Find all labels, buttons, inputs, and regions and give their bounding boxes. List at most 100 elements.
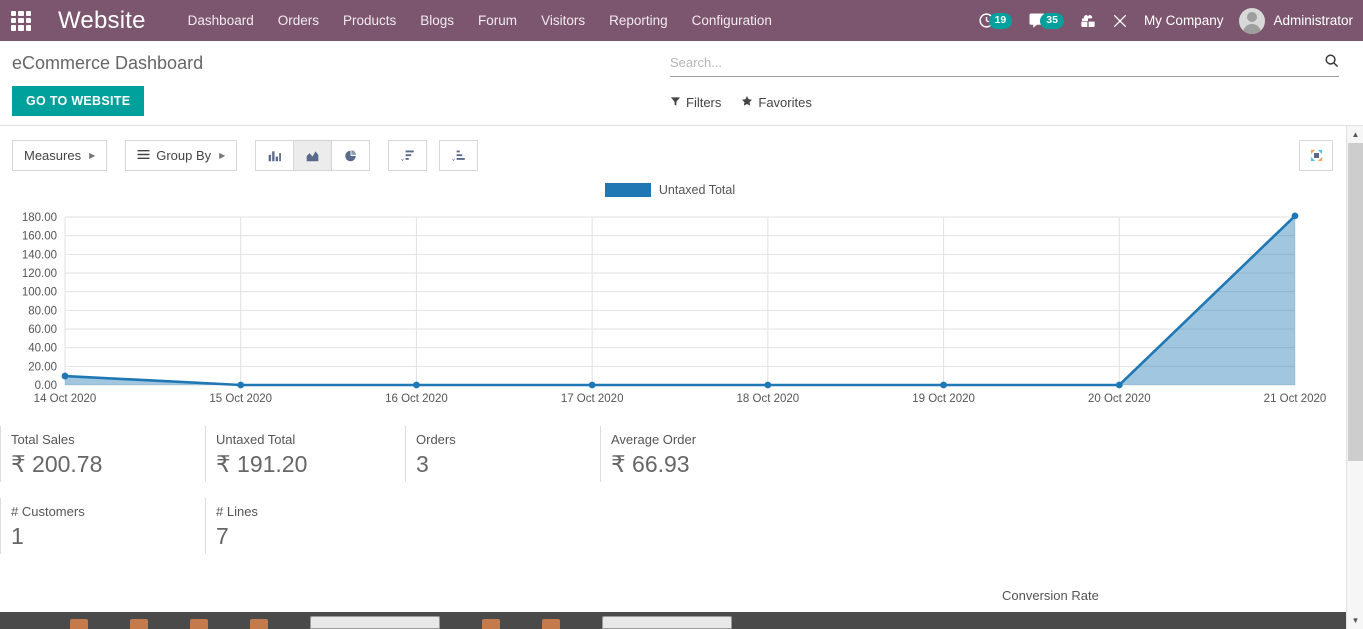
kpi-total-sales: Total Sales ₹ 200.78 xyxy=(0,426,205,482)
kpi-label: Untaxed Total xyxy=(216,432,296,447)
sort-descending-icon[interactable] xyxy=(388,140,428,171)
legend-label-untaxed-total: Untaxed Total xyxy=(658,183,736,197)
messages-count-badge: 35 xyxy=(1040,12,1064,29)
filters-label: Filters xyxy=(686,95,722,110)
kpi-row-1: Total Sales ₹ 200.78 Untaxed Total ₹ 191… xyxy=(0,426,1363,482)
vertical-scrollbar[interactable]: ▲ ▼ xyxy=(1346,126,1363,629)
main-menu: Dashboard Orders Products Blogs Forum Vi… xyxy=(188,13,772,28)
menu-item-products[interactable]: Products xyxy=(343,13,396,28)
svg-text:18 Oct 2020: 18 Oct 2020 xyxy=(737,393,800,405)
bar-chart-icon[interactable] xyxy=(255,140,295,171)
funnel-icon xyxy=(670,95,681,110)
developer-wrench-icon[interactable] xyxy=(1112,13,1128,29)
kpi-area: Total Sales ₹ 200.78 Untaxed Total ₹ 191… xyxy=(0,426,1363,554)
sales-area-chart: Untaxed Total 0.00 20.00 40.00 60.00 80.00 10… xyxy=(0,179,1340,414)
kpi-label: Orders xyxy=(416,432,456,447)
hamburger-icon xyxy=(137,148,150,163)
taskbar-item[interactable] xyxy=(250,619,268,629)
kpi-value: 7 xyxy=(216,523,229,549)
chart-type-group xyxy=(255,140,371,171)
taskbar-item[interactable] xyxy=(542,619,560,629)
kpi-customers: # Customers 1 xyxy=(0,498,205,554)
scroll-down-arrow-icon[interactable]: ▼ xyxy=(1347,612,1363,629)
apps-grid-icon[interactable] xyxy=(8,8,34,34)
svg-text:16 Oct 2020: 16 Oct 2020 xyxy=(385,393,448,405)
svg-text:19 Oct 2020: 19 Oct 2020 xyxy=(912,393,975,405)
svg-text:40.00: 40.00 xyxy=(28,343,57,355)
top-navbar: Website Dashboard Orders Products Blogs … xyxy=(0,0,1363,41)
page-title: eCommerce Dashboard xyxy=(12,53,204,73)
legend-swatch-untaxed-total[interactable] xyxy=(604,183,651,197)
sort-ascending-icon[interactable] xyxy=(439,140,479,171)
control-panel-right: Filters Favorites xyxy=(670,41,1363,125)
measures-dropdown[interactable]: Measures ▶ xyxy=(12,140,108,171)
chevron-right-icon: ▶ xyxy=(219,151,226,160)
user-menu[interactable]: Administrator xyxy=(1239,7,1353,34)
go-to-website-button[interactable]: GO TO WEBSITE xyxy=(12,86,145,116)
scroll-up-arrow-icon[interactable]: ▲ xyxy=(1347,126,1363,143)
conversion-rate-title: Conversion Rate xyxy=(1002,588,1099,603)
control-panel-left: eCommerce Dashboard GO TO WEBSITE xyxy=(0,41,670,125)
svg-text:21 Oct 2020: 21 Oct 2020 xyxy=(1264,393,1327,405)
chart-svg[interactable]: 0.00 20.00 40.00 60.00 80.00 100.00 120.00 140.… xyxy=(0,203,1340,411)
svg-text:160.00: 160.00 xyxy=(22,231,57,243)
avatar xyxy=(1239,7,1266,34)
chat-bubble-icon[interactable]: 35 xyxy=(1028,12,1064,30)
measures-label: Measures xyxy=(24,148,82,163)
os-taskbar xyxy=(0,612,1363,629)
expand-arrows-icon[interactable] xyxy=(1299,140,1333,171)
menu-item-blogs[interactable]: Blogs xyxy=(420,13,454,28)
company-selector[interactable]: My Company xyxy=(1144,13,1224,28)
svg-text:0.00: 0.00 xyxy=(35,380,57,392)
activity-clock-icon[interactable]: 19 xyxy=(978,12,1013,29)
menu-item-reporting[interactable]: Reporting xyxy=(609,13,668,28)
search-input[interactable] xyxy=(670,55,1324,70)
filters-button[interactable]: Filters xyxy=(670,95,721,110)
scrollbar-thumb[interactable] xyxy=(1348,143,1363,461)
line-area-chart-icon[interactable] xyxy=(294,140,333,171)
group-by-dropdown[interactable]: Group By ▶ xyxy=(125,140,238,171)
group-by-label: Group By xyxy=(156,148,212,163)
star-icon xyxy=(741,95,753,110)
graph-toolbar: Measures ▶ Group By ▶ xyxy=(0,126,1363,171)
kpi-row-2: # Customers 1 # Lines 7 xyxy=(0,498,1363,554)
taskbar-item[interactable] xyxy=(130,619,148,629)
kpi-untaxed-total: Untaxed Total ₹ 191.20 xyxy=(205,426,405,482)
taskbar-item[interactable] xyxy=(190,619,208,629)
chart-legend: Untaxed Total xyxy=(0,179,1340,201)
taskbar-window[interactable] xyxy=(310,616,440,629)
kpi-label: # Customers xyxy=(11,504,85,519)
kpi-label: Average Order xyxy=(611,432,697,447)
svg-text:80.00: 80.00 xyxy=(28,305,57,317)
kpi-average-order: Average Order ₹ 66.93 xyxy=(600,426,800,482)
svg-text:180.00: 180.00 xyxy=(22,212,57,224)
svg-text:20 Oct 2020: 20 Oct 2020 xyxy=(1088,393,1151,405)
menu-item-dashboard[interactable]: Dashboard xyxy=(188,13,254,28)
navbar-right-group: 19 35 My Company Administrator xyxy=(978,7,1353,34)
content-area: Measures ▶ Group By ▶ Untaxed Total 0.00… xyxy=(0,126,1363,629)
menu-item-visitors[interactable]: Visitors xyxy=(541,13,585,28)
menu-item-orders[interactable]: Orders xyxy=(278,13,319,28)
kpi-value: ₹ 191.20 xyxy=(216,451,308,477)
favorites-label: Favorites xyxy=(758,95,812,110)
pie-chart-icon[interactable] xyxy=(332,140,371,171)
svg-text:100.00: 100.00 xyxy=(22,287,57,299)
username-label: Administrator xyxy=(1273,13,1353,28)
kpi-orders: Orders 3 xyxy=(405,426,600,482)
menu-item-forum[interactable]: Forum xyxy=(478,13,517,28)
app-brand-website[interactable]: Website xyxy=(58,7,146,35)
kpi-value: ₹ 66.93 xyxy=(611,451,690,477)
gift-icon[interactable] xyxy=(1080,13,1096,29)
favorites-button[interactable]: Favorites xyxy=(741,95,812,110)
kpi-lines: # Lines 7 xyxy=(205,498,405,554)
search-icon[interactable] xyxy=(1324,53,1339,72)
svg-text:60.00: 60.00 xyxy=(28,324,57,336)
menu-item-configuration[interactable]: Configuration xyxy=(692,13,772,28)
chevron-right-icon: ▶ xyxy=(89,151,96,160)
taskbar-item[interactable] xyxy=(482,619,500,629)
taskbar-window[interactable] xyxy=(602,616,732,629)
search-row xyxy=(670,53,1339,77)
taskbar-item[interactable] xyxy=(70,619,88,629)
activity-count-badge: 19 xyxy=(988,12,1013,29)
kpi-label: # Lines xyxy=(216,504,258,519)
